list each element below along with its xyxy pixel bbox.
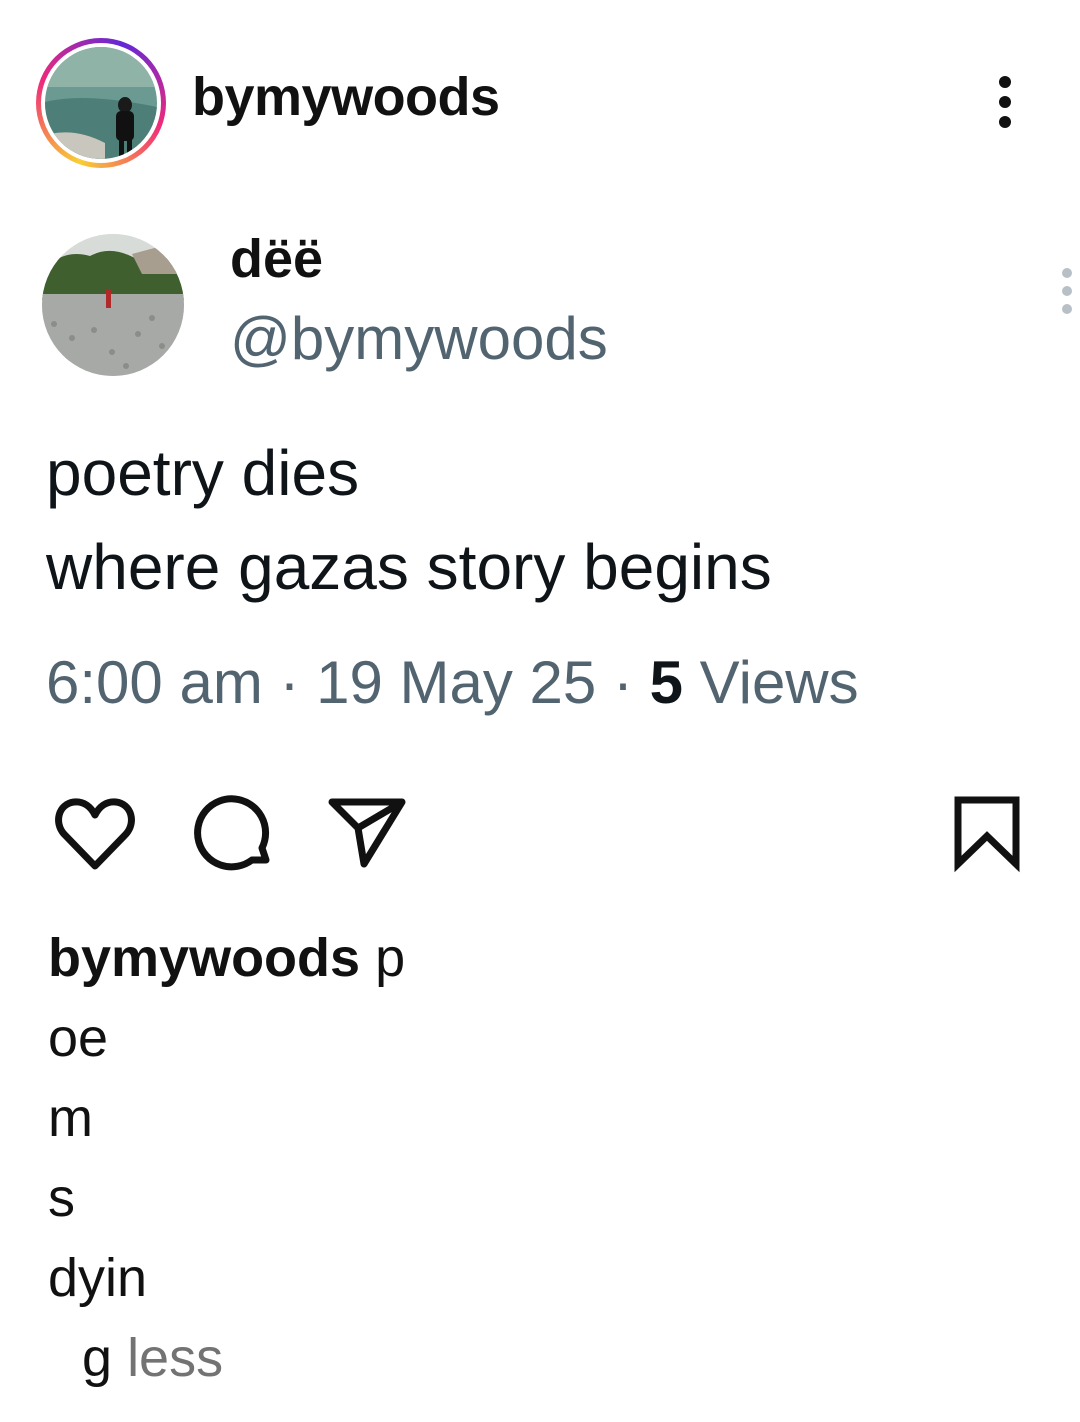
post-header: bymywoods (0, 0, 1080, 200)
post-caption: bymywoods p oe m s dyin g less (48, 918, 405, 1398)
caption-username[interactable]: bymywoods (48, 928, 360, 988)
tweet-text-line: poetry dies (46, 437, 360, 509)
tweet-views-label: Views (699, 649, 859, 716)
post-action-bar (0, 790, 1080, 880)
tweet-views-count: 5 (649, 649, 683, 716)
less-link[interactable]: less (127, 1328, 223, 1388)
tweet-date: 19 May 25 (316, 649, 597, 716)
embedded-tweet: dëë @bymywoods poetry dies where gazas s… (0, 200, 1080, 760)
tweet-meta: 6:00 am · 19 May 25 · 5 Views (46, 648, 859, 717)
tweet-text-line: where gazas story begins (46, 531, 772, 603)
caption-line: p (375, 928, 406, 988)
story-ring-avatar[interactable] (36, 38, 166, 168)
tweet-text: poetry dies where gazas story begins (46, 426, 772, 614)
tweet-time: 6:00 am (46, 649, 263, 716)
heart-icon[interactable] (50, 790, 140, 880)
meta-separator: · (279, 649, 300, 716)
tweet-more-icon (1058, 266, 1078, 316)
comment-icon[interactable] (188, 790, 278, 880)
send-icon[interactable] (322, 790, 412, 880)
caption-line: g (82, 1328, 113, 1388)
caption-line: s (48, 1168, 75, 1228)
meta-separator: · (612, 649, 633, 716)
more-options-icon[interactable] (985, 72, 1025, 132)
post-author-username[interactable]: bymywoods (192, 66, 500, 128)
caption-line: oe (48, 1008, 109, 1068)
tweet-handle: @bymywoods (230, 305, 608, 372)
bookmark-icon[interactable] (944, 790, 1034, 880)
caption-line: dyin (48, 1248, 148, 1308)
avatar (45, 47, 157, 159)
tweet-avatar (42, 234, 184, 376)
caption-line: m (48, 1088, 93, 1148)
tweet-display-name: dëë (230, 229, 324, 289)
